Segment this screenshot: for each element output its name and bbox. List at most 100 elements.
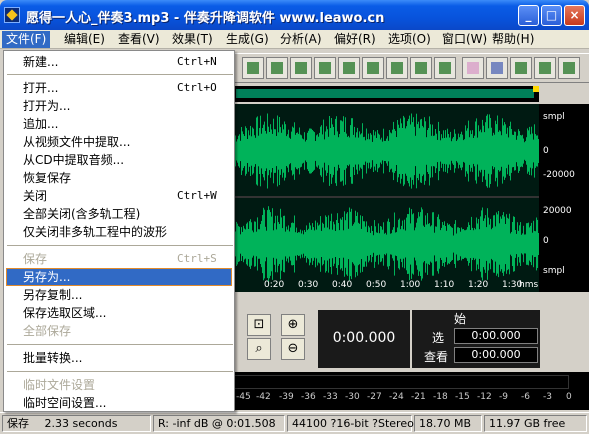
menu-item-save-copy[interactable]: 另存复制...	[6, 286, 232, 304]
waveform-sample	[511, 231, 512, 257]
begin-header: 始	[454, 312, 467, 326]
waveform-sample	[418, 121, 419, 181]
waveform-sample	[334, 224, 335, 264]
waveform-sample	[466, 229, 467, 259]
waveform-sample	[463, 229, 464, 259]
waveform-sample	[276, 229, 277, 259]
menu-item-temp-settings: 临时文件设置	[23, 378, 96, 392]
select-begin-field[interactable]: 0:00.000	[454, 328, 538, 344]
waveform-sample	[434, 135, 435, 167]
menu-separator	[7, 344, 233, 345]
waveform-sample	[476, 118, 477, 184]
waveform-sample	[345, 220, 346, 268]
menu-item-temp-space[interactable]: 临时空间设置...	[6, 394, 232, 412]
waveform-sample	[495, 226, 496, 262]
waveform-sample	[289, 231, 290, 257]
menu-item-open[interactable]: 打开... Ctrl+O	[6, 79, 232, 97]
waveform-sample	[537, 135, 538, 167]
waveform-sample	[325, 215, 326, 273]
tool-cut-icon[interactable]	[290, 57, 312, 79]
waveform-sample	[289, 137, 290, 165]
menu-preferences[interactable]: 偏好(R)	[330, 31, 380, 48]
waveform-sample	[450, 226, 451, 262]
waveform-sample	[499, 130, 500, 172]
zoom-full-icon[interactable]: ⊡	[247, 314, 271, 336]
waveform-sample	[313, 227, 314, 261]
tool-scissors-icon[interactable]	[314, 57, 336, 79]
waveform-sample	[403, 115, 404, 187]
waveform-sample	[522, 134, 523, 168]
waveform-sample	[330, 221, 331, 267]
waveform-sample	[274, 223, 275, 265]
waveform-sample	[271, 129, 272, 173]
tool-envelope-icon[interactable]	[486, 57, 508, 79]
waveform-sample	[525, 234, 526, 254]
tool-snap-icon[interactable]	[510, 57, 532, 79]
waveform-sample	[270, 124, 271, 178]
waveform-sample	[464, 139, 465, 163]
menu-item-close-non-multitrack[interactable]: 仅关闭非多轨工程中的波形	[6, 223, 232, 241]
tool-snap3-icon[interactable]	[558, 57, 580, 79]
close-button[interactable]: ×	[564, 5, 585, 26]
zoom-out-icon[interactable]: ⊖	[281, 338, 305, 360]
zoom-selection-icon[interactable]: ⌕	[247, 338, 271, 360]
menu-window[interactable]: 窗口(W)	[438, 31, 491, 48]
view-begin-field[interactable]: 0:00.000	[454, 347, 538, 363]
waveform-sample	[449, 224, 450, 264]
waveform-sample	[331, 213, 332, 275]
menu-generate[interactable]: 生成(G)	[222, 31, 273, 48]
tool-snap2-icon[interactable]	[534, 57, 556, 79]
menu-item-restore-save[interactable]: 恢复保存	[6, 169, 232, 187]
waveform-sample	[259, 128, 260, 174]
menu-item-batch-convert[interactable]: 批量转换...	[6, 349, 232, 367]
menu-item-append[interactable]: 追加...	[6, 115, 232, 133]
minimize-button[interactable]: _	[518, 5, 539, 26]
waveform-sample	[439, 131, 440, 172]
menu-item-extract-video[interactable]: 从视频文件中提取...	[6, 133, 232, 151]
menu-help[interactable]: 帮助(H)	[488, 31, 538, 48]
waveform-sample	[237, 139, 238, 163]
waveform-sample	[449, 137, 450, 165]
waveform-sample	[367, 139, 368, 163]
maximize-button[interactable]: □	[541, 5, 562, 26]
menu-item-new[interactable]: 新建... Ctrl+N	[6, 53, 232, 71]
waveform-sample	[383, 128, 384, 174]
waveform-sample	[246, 223, 247, 265]
waveform-sample	[430, 124, 431, 178]
menu-item-close-all[interactable]: 全部关闭(含多轨工程)	[6, 205, 232, 223]
menu-item-save-selection[interactable]: 保存选取区域...	[6, 304, 232, 322]
waveform-sample	[336, 116, 337, 186]
tool-grid-icon[interactable]	[266, 57, 288, 79]
tool-effect-icon[interactable]	[434, 57, 456, 79]
menu-item-open-as[interactable]: 打开为...	[6, 97, 232, 115]
tool-cd-icon[interactable]	[410, 57, 432, 79]
tool-paste-icon[interactable]	[338, 57, 360, 79]
menu-item-extract-cd[interactable]: 从CD中提取音频...	[6, 151, 232, 169]
waveform-sample	[278, 222, 279, 266]
menu-view[interactable]: 查看(V)	[114, 31, 164, 48]
tool-edit-icon[interactable]	[242, 57, 264, 79]
zoom-in-icon[interactable]: ⊕	[281, 314, 305, 336]
menu-edit[interactable]: 编辑(E)	[60, 31, 109, 48]
menu-item-save-as[interactable]: 另存为...	[6, 268, 232, 286]
ruler-tick: -20000	[543, 170, 575, 180]
waveform-sample	[448, 134, 449, 168]
waveform-sample	[249, 221, 250, 267]
app-icon[interactable]	[4, 7, 20, 23]
tool-mix-icon[interactable]	[362, 57, 384, 79]
waveform-sample	[414, 126, 415, 176]
menu-file[interactable]: 文件(F)	[2, 31, 51, 48]
waveform-sample	[505, 224, 506, 265]
overview-bar[interactable]	[234, 86, 539, 102]
menu-item-close[interactable]: 关闭 Ctrl+W	[6, 187, 232, 205]
menu-effects[interactable]: 效果(T)	[168, 31, 217, 48]
menu-item-label: 保存	[23, 252, 48, 266]
overview-range[interactable]	[236, 89, 534, 98]
menu-options[interactable]: 选项(O)	[384, 31, 435, 48]
tool-trim-icon[interactable]	[386, 57, 408, 79]
waveform-sample	[303, 234, 304, 254]
tool-select-icon[interactable]	[462, 57, 484, 79]
waveform-sample	[468, 222, 469, 266]
menu-analyze[interactable]: 分析(A)	[276, 31, 326, 48]
waveform-display[interactable]	[234, 104, 539, 292]
